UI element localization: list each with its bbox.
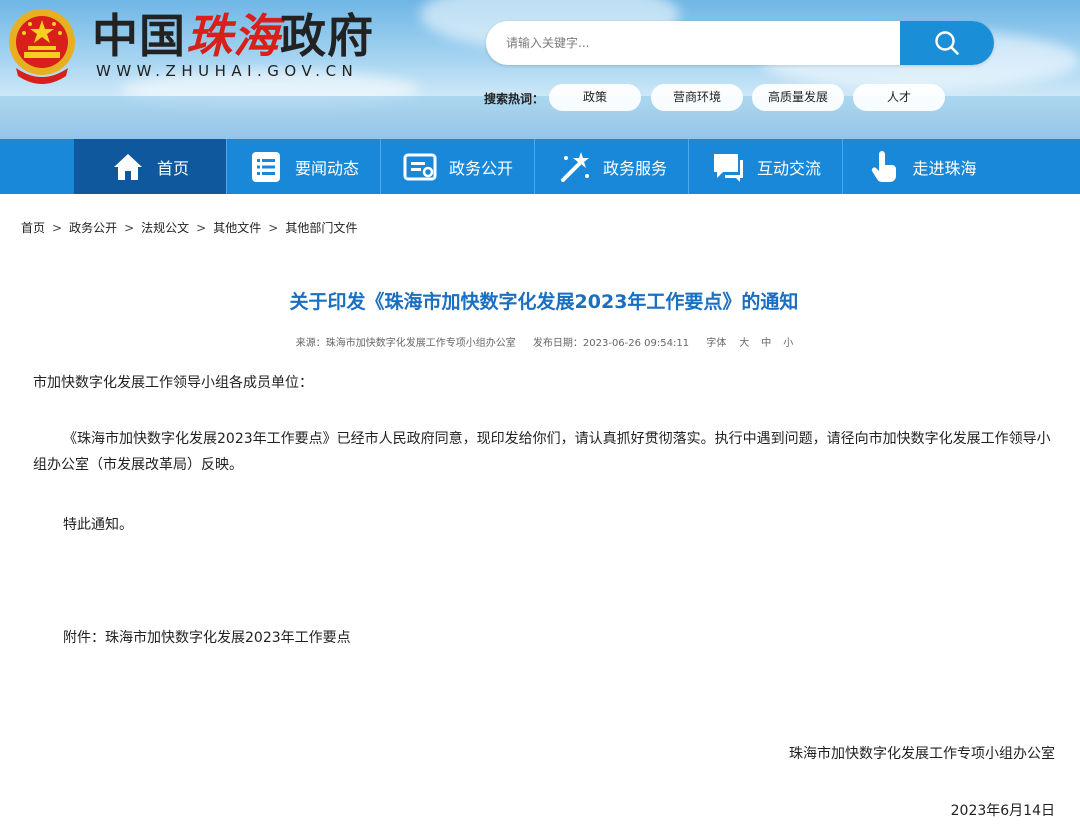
nav-item-label: 互动交流 — [756, 158, 821, 178]
article-title: 关于印发《珠海市加快数字化发展2023年工作要点》的通知 — [289, 291, 799, 313]
font-size-medium-button[interactable]: 中 — [761, 338, 771, 349]
breadcrumb-link[interactable]: 其他部门文件 — [285, 221, 357, 235]
news-list-icon — [249, 150, 283, 184]
nav-item-services[interactable]: 政务服务 — [536, 139, 689, 194]
breadcrumb-link[interactable]: 首页 — [21, 221, 45, 235]
search-input[interactable] — [486, 21, 900, 65]
hot-tag[interactable]: 营商环境 — [651, 84, 743, 111]
search-button[interactable] — [900, 21, 994, 65]
home-icon — [111, 150, 145, 184]
article-signature-date: 2023年6月14日 — [950, 803, 1055, 819]
hot-tag[interactable]: 政策 — [549, 84, 641, 111]
breadcrumb-separator: > — [268, 221, 279, 235]
logo-text-part: 政府 — [280, 9, 374, 63]
logo-text-city: 珠海 — [186, 9, 280, 63]
logo-text-part: 中国 — [92, 9, 186, 63]
nav-item-label: 政务服务 — [602, 158, 667, 178]
pointer-hand-icon — [866, 150, 900, 184]
article-signature-org: 珠海市加快数字化发展工作专项小组办公室 — [789, 746, 1055, 762]
national-emblem-icon — [9, 9, 75, 84]
font-size-small-button[interactable]: 小 — [783, 338, 793, 349]
article-attachment-link[interactable]: 附件：珠海市加快数字化发展2023年工作要点 — [63, 625, 351, 651]
hot-tag[interactable]: 人才 — [853, 84, 945, 111]
magic-wand-icon — [557, 150, 591, 184]
chat-bubble-icon — [711, 150, 745, 184]
search-bar — [486, 21, 994, 65]
nav-item-label: 要闻动态 — [294, 158, 359, 178]
font-size-large-button[interactable]: 大 — [739, 338, 749, 349]
nav-item-label: 首页 — [156, 158, 189, 178]
nav-item-gov-affairs[interactable]: 政务公开 — [382, 139, 535, 194]
article-salutation: 市加快数字化发展工作领导小组各成员单位： — [33, 375, 313, 391]
nav-item-label: 政务公开 — [448, 158, 513, 178]
breadcrumb-separator: > — [124, 221, 135, 235]
site-url: WWW.ZHUHAI.GOV.CN — [96, 62, 359, 80]
hot-search-label: 搜索热词： — [484, 92, 545, 106]
breadcrumb: 首页 > 政务公开 > 法规公文 > 其他文件 > 其他部门文件 — [21, 219, 357, 236]
breadcrumb-link[interactable]: 政务公开 — [69, 221, 117, 235]
article-notice: 特此通知。 — [63, 517, 133, 533]
nav-item-news[interactable]: 要闻动态 — [228, 139, 381, 194]
article-publish-date: 发布日期：2023-06-26 09:54:11 — [532, 338, 690, 349]
breadcrumb-separator: > — [196, 221, 207, 235]
document-icon — [403, 150, 437, 184]
hot-tag[interactable]: 高质量发展 — [752, 84, 844, 111]
nav-item-home[interactable]: 首页 — [74, 139, 227, 194]
site-header: 中国珠海政府 WWW.ZHUHAI.GOV.CN 搜索热词： 政策 营商环境 高… — [0, 0, 1080, 139]
nav-item-label: 走进珠海 — [912, 158, 977, 178]
nav-item-interaction[interactable]: 互动交流 — [690, 139, 843, 194]
main-nav: 首页 要闻动态 政务公开 政务服务 互动交流 走进珠海 — [0, 139, 1080, 194]
search-icon — [935, 31, 959, 55]
article-source: 来源：珠海市加快数字化发展工作专项小组办公室 — [295, 338, 516, 349]
site-logo-text[interactable]: 中国珠海政府 — [92, 10, 374, 62]
nav-item-explore-zhuhai[interactable]: 走进珠海 — [845, 139, 998, 194]
article-body-paragraph: 《珠海市加快数字化发展2023年工作要点》已经市人民政府同意，现印发给你们，请认… — [33, 431, 1051, 473]
breadcrumb-link[interactable]: 法规公文 — [141, 221, 189, 235]
article-meta: 来源：珠海市加快数字化发展工作专项小组办公室 发布日期：2023-06-26 0… — [0, 334, 1080, 349]
breadcrumb-separator: > — [52, 221, 63, 235]
breadcrumb-link[interactable]: 其他文件 — [213, 221, 261, 235]
font-size-label: 字体 — [706, 338, 727, 349]
